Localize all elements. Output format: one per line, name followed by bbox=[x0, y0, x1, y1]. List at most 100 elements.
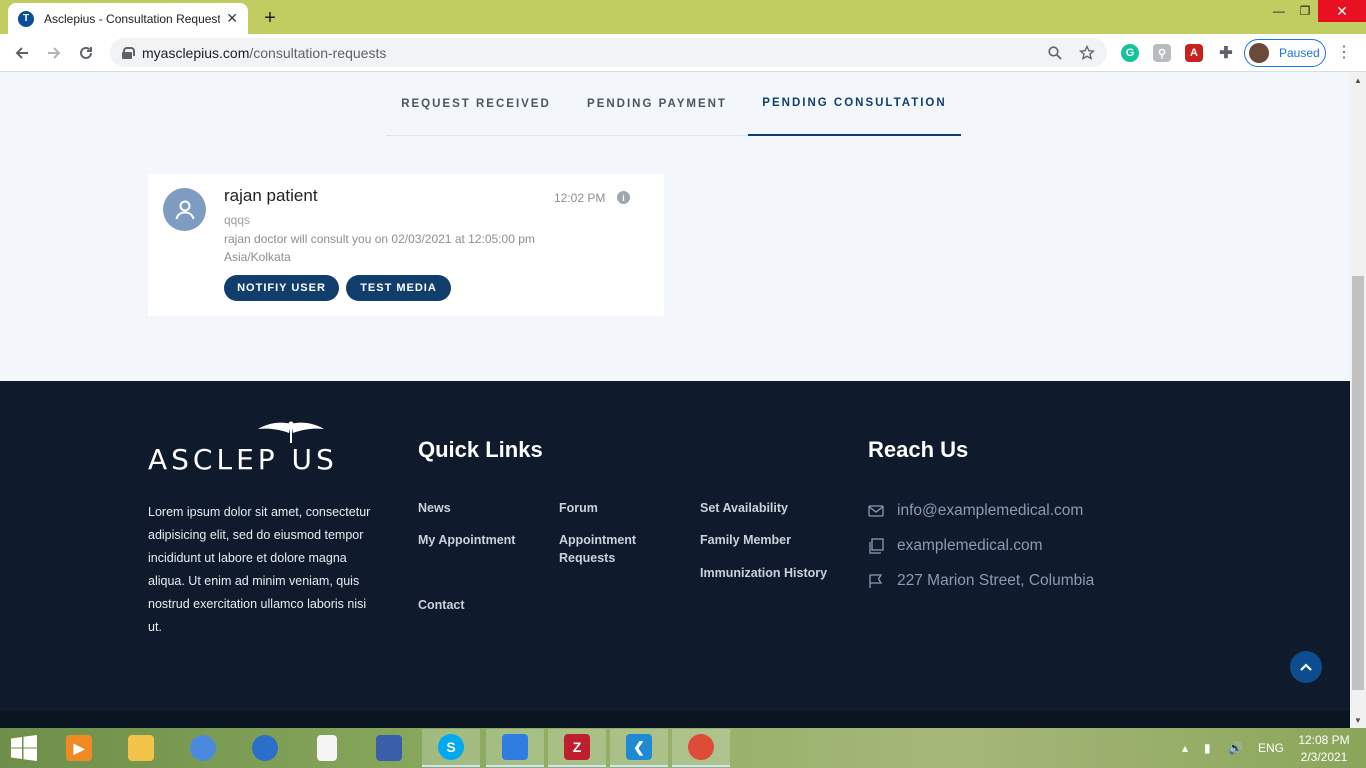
chrome-icon bbox=[190, 735, 216, 761]
tab-title: Asclepius - Consultation Request bbox=[44, 11, 221, 26]
scroll-up-arrow-icon[interactable]: ▲ bbox=[1350, 72, 1366, 88]
taskbar-network-app[interactable] bbox=[360, 729, 418, 767]
chevron-up-icon bbox=[1300, 663, 1312, 671]
page-scrollbar[interactable]: ▲ ▼ bbox=[1350, 72, 1366, 728]
puzzle-extensions-icon[interactable]: ✚ bbox=[1217, 44, 1235, 62]
footer-link-news[interactable]: News bbox=[418, 499, 451, 517]
zoom-icon[interactable] bbox=[1043, 41, 1067, 65]
logo-text: ASCLEP US bbox=[148, 443, 338, 476]
contact-website[interactable]: examplemedical.com bbox=[868, 537, 1043, 555]
arrow-left-icon bbox=[15, 47, 28, 59]
contact-website-text: examplemedical.com bbox=[897, 537, 1043, 554]
windows-start-icon[interactable] bbox=[10, 734, 38, 762]
site-footer: ASCLEP US Lorem ipsum dolor sit amet, co… bbox=[0, 381, 1350, 728]
grammarly-extension-icon[interactable]: G bbox=[1121, 44, 1139, 62]
reload-button[interactable] bbox=[74, 41, 98, 65]
lock-icon bbox=[122, 46, 135, 59]
taskbar-chrome-active[interactable] bbox=[672, 729, 730, 767]
maximize-button[interactable]: ❐ bbox=[1290, 0, 1320, 22]
footer-link-my-appointment[interactable]: My Appointment bbox=[418, 531, 515, 549]
footer-link-family-member[interactable]: Family Member bbox=[700, 531, 791, 549]
scroll-down-arrow-icon[interactable]: ▼ bbox=[1350, 712, 1366, 728]
clock-time: 12:08 PM bbox=[1298, 733, 1350, 747]
network-app-icon bbox=[376, 735, 402, 761]
asclepius-favicon-icon: T bbox=[18, 10, 34, 27]
scroll-thumb[interactable] bbox=[1352, 276, 1364, 690]
consultation-tabs: REQUEST RECEIVED PENDING PAYMENT PENDING… bbox=[386, 72, 961, 136]
consultation-request-card: rajan patient 12:02 PM i qqqs rajan doct… bbox=[148, 174, 664, 316]
footer-bottom-bar bbox=[0, 711, 1350, 728]
tray-battery-icon[interactable]: ▮ bbox=[1204, 728, 1211, 768]
taskbar-chrome[interactable] bbox=[174, 729, 232, 767]
clock-date: 2/3/2021 bbox=[1300, 750, 1348, 764]
request-subject: qqqs bbox=[224, 213, 251, 227]
arrow-right-icon bbox=[48, 47, 61, 59]
taskbar-vscode[interactable]: ❮ bbox=[610, 729, 668, 767]
taskbar-file-explorer[interactable] bbox=[112, 729, 170, 767]
taskbar-filezilla[interactable]: Z bbox=[548, 729, 606, 767]
new-tab-button[interactable]: + bbox=[258, 6, 282, 30]
copy-icon bbox=[869, 538, 884, 554]
footer-link-set-availability[interactable]: Set Availability bbox=[700, 499, 788, 517]
bookmark-star-icon[interactable] bbox=[1075, 41, 1099, 65]
test-media-button[interactable]: TEST MEDIA bbox=[346, 275, 451, 301]
profile-status: Paused bbox=[1279, 46, 1320, 60]
tab-close-icon[interactable]: ✕ bbox=[226, 10, 238, 27]
close-window-button[interactable]: ✕ bbox=[1318, 0, 1366, 22]
url-text: myasclepius.com/consultation-requests bbox=[142, 45, 1043, 61]
windows-taskbar: ▶ S Z ❮ ▴ ▮ 🔊 ENG 12:08 PM 2/3/2021 bbox=[0, 728, 1366, 768]
taskbar-thunderbird[interactable] bbox=[236, 729, 294, 767]
app-icon bbox=[502, 734, 528, 760]
profile-button[interactable]: Paused bbox=[1244, 39, 1326, 67]
file-explorer-icon bbox=[128, 735, 154, 761]
tray-language[interactable]: ENG bbox=[1258, 728, 1284, 768]
forward-button[interactable] bbox=[42, 41, 66, 65]
back-to-top-button[interactable] bbox=[1290, 651, 1322, 683]
footer-link-contact[interactable]: Contact bbox=[418, 596, 465, 614]
taskbar-clock[interactable]: 12:08 PM 2/3/2021 bbox=[1296, 732, 1352, 766]
pdf-extension-icon[interactable]: A bbox=[1185, 44, 1203, 62]
browser-titlebar: T Asclepius - Consultation Request ✕ + —… bbox=[0, 0, 1366, 34]
footer-link-immunization-history[interactable]: Immunization History bbox=[700, 564, 827, 582]
url-host: myasclepius.com bbox=[142, 44, 250, 61]
request-time: 12:02 PM bbox=[554, 191, 606, 205]
notify-user-button[interactable]: NOTIFIY USER bbox=[224, 275, 339, 301]
request-description: rajan doctor will consult you on 02/03/2… bbox=[224, 232, 535, 264]
taskbar-app[interactable] bbox=[486, 729, 544, 767]
contact-address-text: 227 Marion Street, Columbia bbox=[897, 572, 1095, 589]
patient-name: rajan patient bbox=[224, 186, 318, 205]
back-button[interactable] bbox=[10, 41, 34, 65]
tab-request-received[interactable]: REQUEST RECEIVED bbox=[386, 72, 566, 136]
profile-avatar bbox=[1249, 43, 1269, 63]
page-content: REQUEST RECEIVED PENDING PAYMENT PENDING… bbox=[0, 72, 1350, 728]
taskbar-file[interactable] bbox=[298, 729, 356, 767]
file-icon bbox=[317, 735, 337, 761]
url-path: /consultation-requests bbox=[249, 44, 387, 61]
caduceus-wings-icon bbox=[258, 421, 324, 443]
quick-links-heading: Quick Links bbox=[418, 437, 543, 462]
footer-link-appointment-requests[interactable]: Appointment Requests bbox=[559, 531, 669, 567]
tab-pending-consultation[interactable]: PENDING CONSULTATION bbox=[748, 72, 961, 136]
asclepius-logo[interactable]: ASCLEP US bbox=[148, 421, 348, 477]
skype-icon: S bbox=[438, 734, 464, 760]
address-bar[interactable]: myasclepius.com/consultation-requests bbox=[110, 38, 1107, 67]
info-icon[interactable]: i bbox=[617, 191, 630, 204]
tab-pending-payment[interactable]: PENDING PAYMENT bbox=[566, 72, 748, 136]
contact-email[interactable]: info@examplemedical.com bbox=[868, 502, 1083, 520]
browser-tab[interactable]: T Asclepius - Consultation Request ✕ bbox=[8, 3, 248, 34]
chrome-active-icon bbox=[688, 734, 714, 760]
contact-address: 227 Marion Street, Columbia bbox=[868, 572, 1094, 590]
envelope-icon bbox=[868, 505, 884, 517]
taskbar-vlc[interactable]: ▶ bbox=[50, 729, 108, 767]
reload-icon bbox=[80, 46, 92, 59]
taskbar-skype[interactable]: S bbox=[422, 729, 480, 767]
contact-email-text: info@examplemedical.com bbox=[897, 502, 1084, 519]
footer-link-forum[interactable]: Forum bbox=[559, 499, 598, 517]
tray-chevron-icon[interactable]: ▴ bbox=[1182, 728, 1188, 768]
thunderbird-icon bbox=[252, 735, 278, 761]
browser-menu-icon[interactable]: ⋮ bbox=[1336, 43, 1352, 63]
extension-icon[interactable]: ⚲ bbox=[1153, 44, 1171, 62]
tray-volume-icon[interactable]: 🔊 bbox=[1228, 728, 1243, 768]
filezilla-icon: Z bbox=[564, 734, 590, 760]
flag-icon bbox=[869, 574, 883, 588]
